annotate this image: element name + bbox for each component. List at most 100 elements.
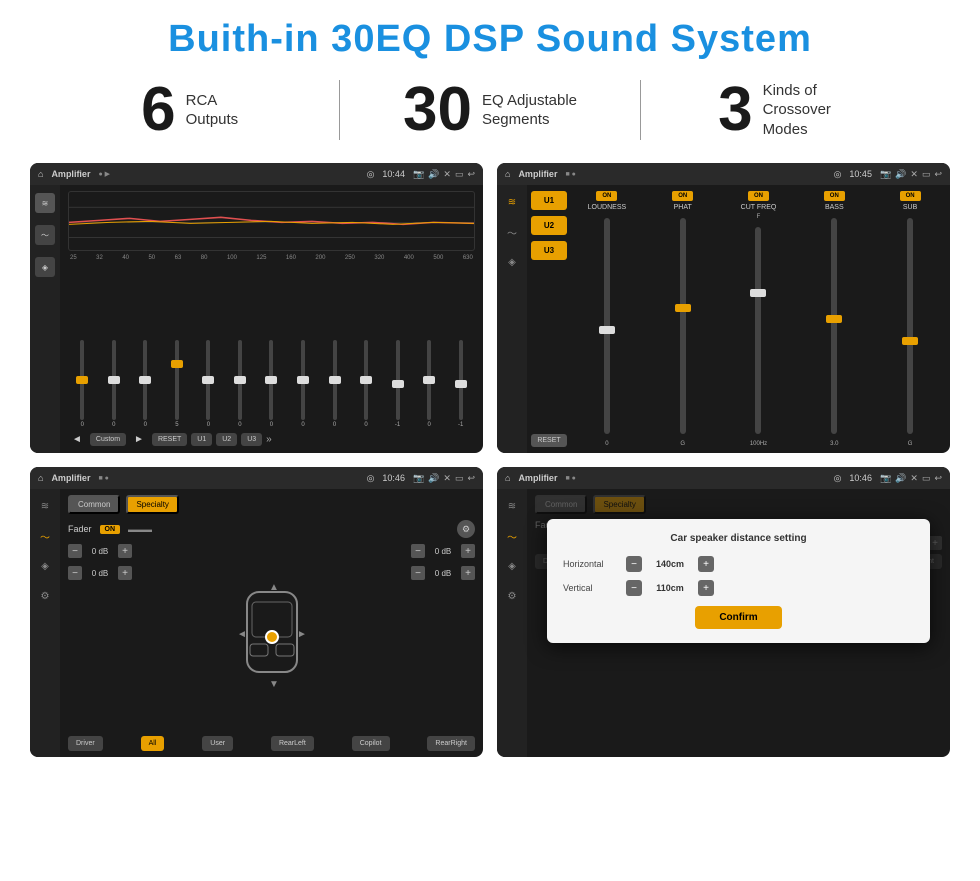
home-icon-2[interactable]: ⌂ <box>505 169 510 179</box>
back-icon-4[interactable]: ↩ <box>934 473 942 484</box>
fader-label-row: Fader ON ▬▬▬ ⚙ <box>68 520 475 538</box>
db3-minus-button[interactable]: − <box>411 544 425 558</box>
eq-slider-5[interactable]: 0 <box>194 340 223 428</box>
waveform-icon-4[interactable]: 〜 <box>503 527 521 545</box>
cutfreq-slider[interactable] <box>755 227 761 434</box>
fader-rearleft-button[interactable]: RearLeft <box>271 736 314 751</box>
db1-plus-button[interactable]: + <box>118 544 132 558</box>
eq-icon[interactable]: ≋ <box>35 193 55 213</box>
settings-icon-3[interactable]: ⚙ <box>36 587 54 605</box>
loudness-toggle[interactable]: ON <box>596 191 617 201</box>
eq-slider-8[interactable]: 0 <box>289 340 318 428</box>
dist-common-tab[interactable]: Common <box>535 495 587 514</box>
screen1-title: Amplifier <box>51 169 90 179</box>
eq-slider-7[interactable]: 0 <box>257 340 286 428</box>
sub-label: SUB <box>903 204 917 211</box>
fader-on-badge[interactable]: ON <box>100 525 121 534</box>
fader-rearright-button[interactable]: RearRight <box>427 736 475 751</box>
eq-u1-button[interactable]: U1 <box>191 433 212 446</box>
speaker-icon-3[interactable]: ◈ <box>36 557 54 575</box>
channel-loudness: ON LOUDNESS 0 <box>571 191 643 447</box>
db4-plus-button[interactable]: + <box>461 566 475 580</box>
eq-sidebar: ≋ 〜 ◈ <box>30 185 60 453</box>
db2-minus-button[interactable]: − <box>68 566 82 580</box>
fader-all-button[interactable]: All <box>141 736 165 751</box>
home-icon-3[interactable]: ⌂ <box>38 473 43 483</box>
eq-slider-3[interactable]: 0 <box>131 340 160 428</box>
crossover-u3-button[interactable]: U3 <box>531 241 567 260</box>
fader-tabs: Common Specialty <box>68 495 475 514</box>
vertical-plus-button[interactable]: + <box>698 580 714 596</box>
db1-minus-button[interactable]: − <box>68 544 82 558</box>
eq-prev-button[interactable]: ◄ <box>68 432 86 447</box>
eq-slider-4[interactable]: 5 <box>163 340 192 428</box>
eq-icon-3[interactable]: ≋ <box>36 497 54 515</box>
loudness-label: LOUDNESS <box>588 204 627 211</box>
vertical-minus-button[interactable]: − <box>626 580 642 596</box>
volume-icon: 🔊 <box>428 169 439 180</box>
back-icon-2[interactable]: ↩ <box>934 169 942 180</box>
channel-bass: ON BASS 3.0 <box>798 191 870 447</box>
svg-text:▲: ▲ <box>269 582 279 593</box>
eq-slider-9[interactable]: 0 <box>320 340 349 428</box>
dist-db2-plus[interactable]: + <box>928 536 942 550</box>
stat-crossover: 3 Kinds ofCrossover Modes <box>651 79 930 141</box>
db3-plus-button[interactable]: + <box>461 544 475 558</box>
phat-toggle[interactable]: ON <box>672 191 693 201</box>
crossover-screen-body: ≋ 〜 ◈ U1 U2 U3 RESET ON LOUDNESS <box>497 185 950 453</box>
phat-label: PHAT <box>674 204 692 211</box>
vertical-row: Vertical − 110cm + <box>563 580 914 596</box>
home-icon[interactable]: ⌂ <box>38 169 43 179</box>
crossover-reset-button[interactable]: RESET <box>531 434 567 447</box>
eq-u3-button[interactable]: U3 <box>241 433 262 446</box>
eq-reset-button[interactable]: RESET <box>152 433 187 446</box>
waveform-icon[interactable]: 〜 <box>35 225 55 245</box>
waveform-icon-2[interactable]: 〜 <box>503 223 521 241</box>
bass-toggle[interactable]: ON <box>824 191 845 201</box>
fader-settings-icon[interactable]: ⚙ <box>457 520 475 538</box>
speaker-icon-4[interactable]: ◈ <box>503 557 521 575</box>
stats-row: 6 RCAOutputs 30 EQ AdjustableSegments 3 … <box>30 79 950 141</box>
eq-custom-button[interactable]: Custom <box>90 433 126 446</box>
sub-slider[interactable] <box>907 218 913 434</box>
confirm-button[interactable]: Confirm <box>695 606 781 629</box>
eq-next-button[interactable]: ► <box>130 432 148 447</box>
crossover-u2-button[interactable]: U2 <box>531 216 567 235</box>
speaker-icon[interactable]: ◈ <box>35 257 55 277</box>
eq-slider-11[interactable]: -1 <box>383 340 412 428</box>
eq-slider-12[interactable]: 0 <box>415 340 444 428</box>
fader-user-button[interactable]: User <box>202 736 233 751</box>
fader-common-tab[interactable]: Common <box>68 495 120 514</box>
eq-slider-6[interactable]: 0 <box>226 340 255 428</box>
fader-bottom-buttons: Driver All User RearLeft Copilot RearRig… <box>68 736 475 751</box>
sub-toggle[interactable]: ON <box>900 191 921 201</box>
eq-u2-button[interactable]: U2 <box>216 433 237 446</box>
waveform-icon-3[interactable]: 〜 <box>36 527 54 545</box>
crossover-u1-button[interactable]: U1 <box>531 191 567 210</box>
bass-slider[interactable] <box>831 218 837 434</box>
back-icon[interactable]: ↩ <box>467 169 475 180</box>
back-icon-3[interactable]: ↩ <box>467 473 475 484</box>
stat-divider-1 <box>339 80 340 140</box>
loudness-slider[interactable] <box>604 218 610 434</box>
db2-plus-button[interactable]: + <box>118 566 132 580</box>
fader-copilot-button[interactable]: Copilot <box>352 736 390 751</box>
dist-specialty-tab[interactable]: Specialty <box>593 495 645 514</box>
horizontal-plus-button[interactable]: + <box>698 556 714 572</box>
eq-slider-2[interactable]: 0 <box>100 340 129 428</box>
cutfreq-toggle[interactable]: ON <box>748 191 769 201</box>
horizontal-minus-button[interactable]: − <box>626 556 642 572</box>
fader-slider-preview: ▬▬▬ <box>128 525 152 534</box>
fader-specialty-tab[interactable]: Specialty <box>126 495 178 514</box>
home-icon-4[interactable]: ⌂ <box>505 473 510 483</box>
fader-driver-button[interactable]: Driver <box>68 736 103 751</box>
eq-slider-10[interactable]: 0 <box>352 340 381 428</box>
db4-minus-button[interactable]: − <box>411 566 425 580</box>
eq-icon-2[interactable]: ≋ <box>503 193 521 211</box>
speaker-icon-2[interactable]: ◈ <box>503 253 521 271</box>
settings-icon-4[interactable]: ⚙ <box>503 587 521 605</box>
eq-slider-13[interactable]: -1 <box>446 340 475 428</box>
eq-icon-4[interactable]: ≋ <box>503 497 521 515</box>
phat-slider[interactable] <box>680 218 686 434</box>
eq-slider-1[interactable]: 0 <box>68 340 97 428</box>
